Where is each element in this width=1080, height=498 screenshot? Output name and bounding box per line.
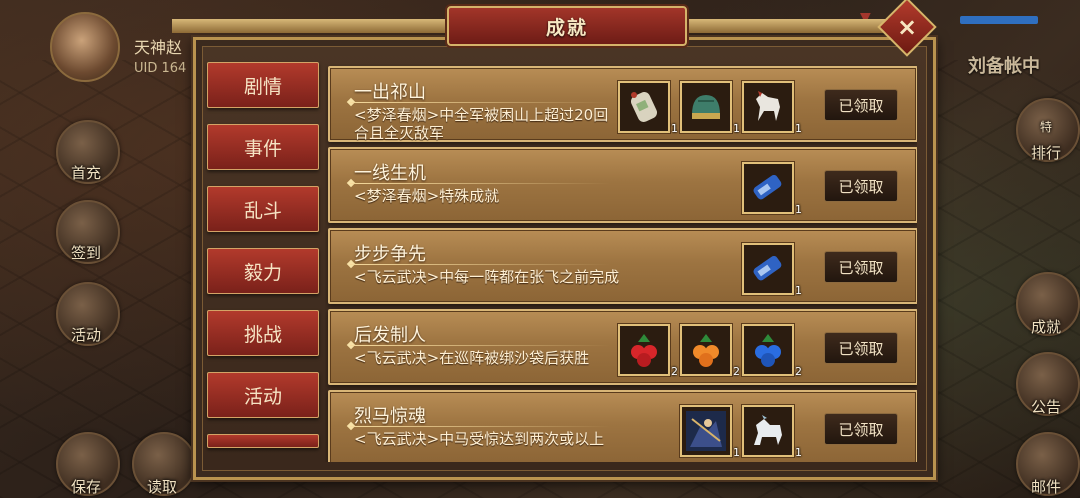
- reward-slot[interactable]: 1: [742, 405, 802, 459]
- divider-line: [350, 426, 610, 427]
- reward-slot[interactable]: 1: [742, 243, 802, 297]
- tab-partial[interactable]: [207, 434, 319, 448]
- reward-slot[interactable]: 2: [618, 324, 678, 378]
- dialog-header: 成就: [447, 6, 687, 46]
- claimed-button[interactable]: 已领取: [824, 170, 898, 202]
- ranking-label: 排行: [1030, 144, 1061, 162]
- blue-scroll-icon: [753, 255, 782, 281]
- achievement-label: 成就: [1030, 318, 1061, 336]
- reward-quantity: 1: [733, 446, 740, 459]
- achievement-desc: <梦泽春烟>特殊成就: [354, 187, 500, 205]
- header-left-ornament: [172, 19, 447, 33]
- achievement-desc: <飞云武决>在巡阵被绑沙袋后获胜: [354, 349, 590, 367]
- header-right-ornament: [683, 19, 888, 33]
- energy-bar: [960, 16, 1038, 24]
- reward-quantity: 1: [795, 284, 802, 297]
- achievement-desc: <飞云武决>中马受惊达到两次或以上: [354, 430, 605, 448]
- tab-brawl[interactable]: 乱斗: [207, 186, 319, 232]
- scroll-pouch-icon: [630, 92, 658, 122]
- red-fruit-icon: [631, 334, 657, 367]
- reward-quantity: 1: [733, 122, 740, 135]
- reward-quantity: 2: [795, 365, 802, 378]
- white-horse-icon: [756, 91, 780, 121]
- reward-slot[interactable]: 2: [680, 324, 740, 378]
- reward-slot[interactable]: 1: [680, 81, 740, 135]
- achievement-card: 后发制人 <飞云武决>在巡阵被绑沙袋后获胜 2 2 2 已领取: [328, 309, 917, 385]
- first-recharge-label: 首充: [70, 164, 101, 182]
- achievement-card: 步步争先 <飞云武决>中每一阵都在张飞之前完成 1 已领取: [328, 228, 917, 304]
- claimed-button[interactable]: 已领取: [824, 89, 898, 121]
- blue-scroll-icon: [753, 174, 782, 200]
- scene-label: 刘备帐中: [968, 56, 1040, 77]
- reward-quantity: 2: [671, 365, 678, 378]
- reward-quantity: 1: [795, 122, 802, 135]
- mail-label: 邮件: [1030, 478, 1061, 496]
- reward-quantity: 2: [733, 365, 740, 378]
- achievement-desc: <飞云武决>中每一阵都在张飞之前完成: [354, 268, 620, 286]
- player-name: 天神赵: [134, 38, 183, 57]
- claimed-button[interactable]: 已领取: [824, 413, 898, 445]
- achievement-title: 后发制人: [354, 325, 426, 346]
- achievement-card: 一线生机 <梦泽春烟>特殊成就 1 已领取: [328, 147, 917, 223]
- tab-activity[interactable]: 活动: [207, 372, 319, 418]
- orange-fruit-icon: [693, 334, 719, 367]
- divider-line: [350, 345, 610, 346]
- achievement-title: 一出祁山: [354, 82, 426, 103]
- reward-slot[interactable]: 2: [742, 324, 802, 378]
- achievement-desc: <梦泽春烟>中全军被困山上超过20回合且全灭敌军: [354, 106, 609, 142]
- reward-quantity: 1: [795, 203, 802, 216]
- tab-perseverance[interactable]: 毅力: [207, 248, 319, 294]
- event-label: 活动: [70, 326, 101, 344]
- achievement-title: 烈马惊魂: [354, 406, 426, 427]
- divider-line: [350, 264, 610, 265]
- player-avatar[interactable]: [50, 12, 120, 82]
- claimed-button[interactable]: 已领取: [824, 251, 898, 283]
- achievement-title: 步步争先: [354, 244, 426, 265]
- divider-line: [350, 183, 610, 184]
- reward-quantity: 1: [795, 446, 802, 459]
- achievement-card: 烈马惊魂 <飞云武决>中马受惊达到两次或以上 1 1 已领取: [328, 390, 917, 462]
- divider-line: [350, 102, 610, 103]
- reward-slot[interactable]: 1: [618, 81, 678, 135]
- tab-story[interactable]: 剧情: [207, 62, 319, 108]
- save-label: 保存: [70, 478, 101, 496]
- blue-fruit-icon: [755, 334, 781, 367]
- tab-events[interactable]: 事件: [207, 124, 319, 170]
- player-uid: UID 164: [134, 61, 187, 76]
- reward-slot[interactable]: 1: [742, 81, 802, 135]
- achievement-list[interactable]: 一出祁山 <梦泽春烟>中全军被困山上超过20回合且全灭敌军 1 1 1 已领取 …: [325, 64, 917, 462]
- warrior-icon: [686, 411, 726, 451]
- helmet-icon: [692, 95, 720, 119]
- achievement-title: 一线生机: [354, 163, 426, 184]
- ranking-badge: 特: [1039, 120, 1052, 134]
- close-icon[interactable]: ×: [886, 6, 928, 48]
- reward-slot[interactable]: 1: [680, 405, 740, 459]
- checkin-label: 签到: [70, 244, 101, 262]
- white-horse-icon: [754, 415, 782, 445]
- reward-quantity: 1: [671, 122, 678, 135]
- achievement-card: 一出祁山 <梦泽春烟>中全军被困山上超过20回合且全灭敌军 1 1 1 已领取: [328, 66, 917, 142]
- dialog-title: 成就: [545, 16, 588, 39]
- reward-slot[interactable]: 1: [742, 162, 802, 216]
- notice-label: 公告: [1030, 398, 1061, 416]
- tab-challenge[interactable]: 挑战: [207, 310, 319, 356]
- load-label: 读取: [146, 478, 177, 496]
- claimed-button[interactable]: 已领取: [824, 332, 898, 364]
